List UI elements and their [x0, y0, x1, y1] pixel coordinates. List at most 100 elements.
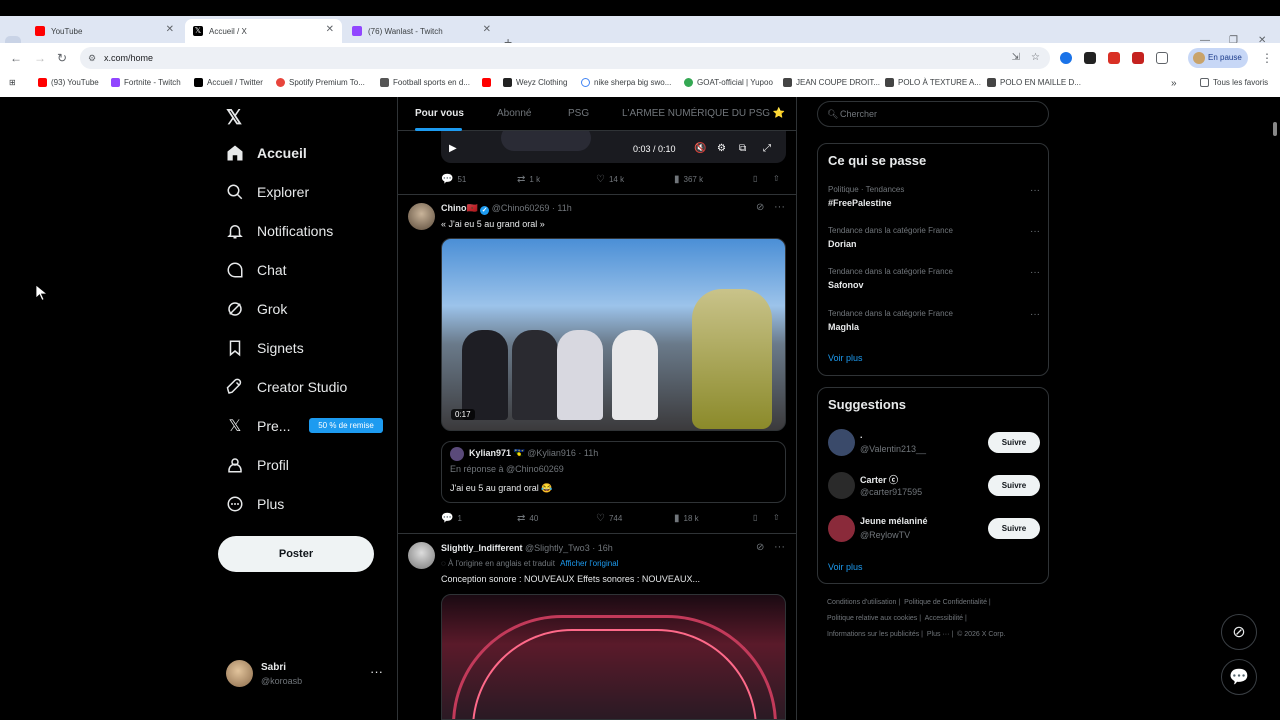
tab-twitch[interactable]: (76) Wanlast - Twitch ✕ [344, 19, 499, 43]
premium-discount-badge[interactable]: 50 % de remise [309, 418, 383, 433]
footer-link[interactable]: Conditions d'utilisation | [827, 599, 900, 606]
forward-icon[interactable]: → [34, 51, 46, 65]
footer-link[interactable]: Informations sur les publicités | [827, 631, 923, 638]
shield-extension-icon[interactable] [1108, 52, 1120, 64]
back-icon[interactable]: ← [10, 51, 22, 65]
trend-item[interactable]: Politique · Tendances #FreePalestine ··· [828, 185, 1040, 215]
post-video[interactable] [441, 594, 786, 720]
bookmark-item[interactable]: nike sherpa big swo... [581, 78, 671, 87]
picture-in-picture-icon[interactable]: ⧉ [739, 143, 746, 154]
bookmark-icon[interactable]: ▯ [753, 174, 757, 183]
extension-icon[interactable] [1060, 52, 1072, 64]
tab-x-home[interactable]: 𝕏 Accueil / X ✕ [185, 19, 342, 43]
star-icon[interactable]: ☆ [1031, 47, 1040, 69]
bookmark-item[interactable]: Weyz Clothing [503, 78, 567, 87]
post-author[interactable]: Slightly_Indifferent @Slightly_Two3 · 16… [441, 543, 613, 553]
bookmark-item[interactable]: Fortnite - Twitch [111, 78, 181, 87]
settings-gear-icon[interactable]: ⚙ [717, 143, 726, 154]
grok-fab-icon[interactable]: ⊘ [1221, 614, 1257, 650]
bookmark-item[interactable]: Spotify Premium To... [276, 78, 365, 87]
share-icon[interactable]: ⇧ [773, 174, 780, 183]
bookmark-item[interactable]: Football sports en d... [380, 78, 470, 87]
nav-home[interactable]: Accueil [226, 144, 307, 162]
suggestions-show-more[interactable]: Voir plus [828, 562, 863, 572]
avatar[interactable] [408, 542, 435, 569]
follow-button[interactable]: Suivre [988, 432, 1040, 453]
suggestion-item[interactable]: Carter ⓒ @carter917595 Suivre [828, 471, 1040, 501]
trend-item[interactable]: Tendance dans la catégorie France Maghla… [828, 309, 1040, 339]
footer-link[interactable]: Politique de Confidentialité | [904, 599, 991, 606]
suggestion-item[interactable]: Jeune mélaniné @ReylowTV Suivre [828, 514, 1040, 544]
bookmark-item[interactable]: JEAN COUPE DROIT... [783, 78, 880, 87]
views-button[interactable]: ▮ 18 k [674, 513, 699, 524]
like-button[interactable]: ♡ 14 k [596, 174, 624, 185]
scrollbar[interactable] [1270, 97, 1280, 720]
reply-button[interactable]: 💬 51 [441, 174, 466, 185]
more-icon[interactable]: ··· [774, 541, 785, 553]
nav-more[interactable]: Plus [226, 495, 284, 513]
nav-bookmarks[interactable]: Signets [226, 339, 304, 357]
more-icon[interactable]: ··· [370, 664, 383, 679]
nav-profile[interactable]: Profil [226, 456, 289, 474]
extension-icon[interactable] [1084, 52, 1096, 64]
tab-psg-army[interactable]: L'ARMEE NUMÉRIQUE DU PSG ⭐ [622, 108, 785, 119]
account-switcher[interactable]: Sabri @koroasb ··· [226, 659, 386, 689]
video-player[interactable]: ▶ 0:03 / 0:10 🔇 ⚙ ⧉ ⤢ [441, 131, 786, 163]
url-bar[interactable]: ⚙ x.com/home ⇲ ☆ [80, 47, 1050, 69]
nav-grok[interactable]: Grok [226, 300, 287, 318]
footer-link[interactable]: Accessibilité | [925, 615, 967, 622]
more-icon[interactable]: ··· [1030, 185, 1040, 196]
bookmark-item[interactable]: (93) YouTube [38, 78, 99, 87]
footer-link[interactable]: Plus ··· | [927, 631, 953, 638]
bookmark-icon[interactable]: ▯ [753, 513, 757, 522]
close-tab-icon[interactable]: ✕ [483, 24, 491, 35]
bookmark-item[interactable]: POLO À TEXTURE A... [885, 78, 981, 87]
follow-button[interactable]: Suivre [988, 518, 1040, 539]
reply-button[interactable]: 💬 1 [441, 513, 462, 524]
apps-grid-icon[interactable]: ⊞ [9, 78, 16, 87]
avatar[interactable] [408, 203, 435, 230]
like-button[interactable]: ♡ 744 [596, 513, 622, 524]
footer-link[interactable]: Politique relative aux cookies | [827, 615, 921, 622]
extension-icon[interactable] [1132, 52, 1144, 64]
grok-icon[interactable]: ⊘ [756, 202, 764, 213]
follow-button[interactable]: Suivre [988, 475, 1040, 496]
tab-for-you[interactable]: Pour vous [415, 108, 464, 119]
quoted-post[interactable]: Kylian971 🇬🇵 @Kylian916 · 11h En réponse… [441, 441, 786, 503]
share-icon[interactable]: ⇧ [773, 513, 780, 522]
tab-youtube[interactable]: YouTube ✕ [27, 19, 182, 43]
post-button[interactable]: Poster [218, 536, 374, 572]
tab-psg[interactable]: PSG [568, 108, 589, 119]
bookmark-item[interactable]: Accueil / Twitter [194, 78, 263, 87]
more-icon[interactable]: ··· [1030, 267, 1040, 278]
more-icon[interactable]: ··· [1030, 309, 1040, 320]
scrollbar-thumb[interactable] [1273, 122, 1277, 136]
trend-item[interactable]: Tendance dans la catégorie France Safono… [828, 267, 1040, 297]
tab-following[interactable]: Abonné [497, 108, 531, 119]
close-tab-icon[interactable]: ✕ [326, 24, 334, 35]
nav-explore[interactable]: Explorer [226, 183, 309, 201]
show-original-link[interactable]: Afficher l'original [560, 559, 618, 568]
bookmark-item[interactable]: POLO EN MAILLE D... [987, 78, 1081, 87]
suggestion-item[interactable]: . @Valentin213__ Suivre [828, 428, 1040, 458]
trends-show-more[interactable]: Voir plus [828, 353, 863, 363]
site-info-icon[interactable]: ⚙ [88, 47, 96, 69]
menu-kebab-icon[interactable]: ⋮ [1261, 51, 1273, 65]
more-bookmarks-icon[interactable]: » [1171, 78, 1177, 89]
close-tab-icon[interactable]: ✕ [166, 24, 174, 35]
more-icon[interactable]: ··· [774, 201, 785, 213]
bookmark-item[interactable] [482, 78, 495, 87]
repost-button[interactable]: ⇄ 1 k [517, 174, 540, 185]
all-bookmarks[interactable]: Tous les favoris [1200, 78, 1268, 87]
mute-icon[interactable]: 🔇 [694, 143, 706, 154]
trend-item[interactable]: Tendance dans la catégorie France Dorian… [828, 226, 1040, 256]
x-logo-icon[interactable]: 𝕏 [226, 105, 242, 130]
nav-creator-studio[interactable]: Creator Studio [226, 378, 347, 396]
nav-chat[interactable]: Chat [226, 261, 287, 279]
repost-button[interactable]: ⇄ 40 [517, 513, 538, 524]
post-author[interactable]: Chino🇲🇦 ✓ @Chino60269 · 11h [441, 203, 572, 215]
nav-premium[interactable]: 𝕏 Pre... [226, 417, 291, 435]
extensions-puzzle-icon[interactable] [1156, 52, 1168, 64]
bookmark-item[interactable]: GOAT-official | Yupoo [684, 78, 773, 87]
reload-icon[interactable]: ↻ [57, 51, 67, 65]
